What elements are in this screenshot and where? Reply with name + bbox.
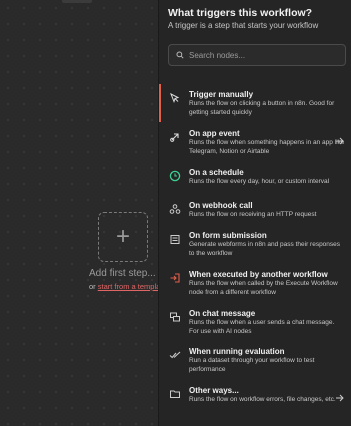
item-description: Runs the flow on clicking a button in n8… [189, 100, 335, 116]
item-description: Runs the flow when called by the Execute… [189, 280, 338, 296]
item-title: On app event [189, 129, 240, 138]
item-title: On webhook call [189, 201, 253, 210]
trigger-item-manual[interactable]: Trigger manually Runs the flow on clicki… [159, 84, 351, 122]
trigger-item-app-event[interactable]: On app event Runs the flow when somethin… [159, 123, 351, 161]
item-description: Runs the flow on workflow errors, file c… [189, 396, 336, 403]
app-event-icon [168, 130, 182, 144]
cursor-click-icon [168, 91, 182, 105]
folder-icon [168, 387, 182, 401]
or-text: or [89, 282, 96, 291]
workflow-canvas[interactable]: + Add first step... or start from a temp… [0, 0, 167, 426]
template-hint: or start from a template [89, 282, 167, 291]
trigger-panel: What triggers this workflow? A trigger i… [158, 0, 351, 426]
start-from-template-link[interactable]: start from a template [98, 282, 167, 291]
item-title: Trigger manually [189, 90, 254, 99]
form-icon [168, 232, 182, 246]
webhook-icon [168, 202, 182, 216]
arrow-right-icon [336, 394, 344, 402]
toolbar-fragment [62, 0, 92, 3]
panel-subtitle: A trigger is a step that starts your wor… [168, 21, 319, 30]
item-title: On chat message [189, 309, 256, 318]
item-description: Run a dataset through your workflow to t… [189, 357, 315, 373]
item-title: Other ways... [189, 386, 239, 395]
check-double-icon [168, 348, 182, 362]
item-title: On a schedule [189, 168, 244, 177]
add-first-step-label: Add first step... [89, 268, 156, 279]
trigger-item-chat[interactable]: On chat message Runs the flow when a use… [159, 303, 351, 341]
trigger-item-form[interactable]: On form submission Generate webforms in … [159, 225, 351, 263]
item-title: On form submission [189, 231, 267, 240]
panel-title: What triggers this workflow? [168, 7, 313, 19]
trigger-item-other[interactable]: Other ways... Runs the flow on workflow … [159, 380, 351, 418]
sign-in-icon [168, 271, 182, 285]
add-first-step-button[interactable]: + [98, 212, 148, 262]
search-icon [176, 51, 184, 59]
item-title: When executed by another workflow [189, 270, 328, 279]
trigger-item-executed-by-workflow[interactable]: When executed by another workflow Runs t… [159, 264, 351, 302]
item-title: When running evaluation [189, 347, 285, 356]
clock-icon [168, 169, 182, 183]
item-description: Runs the flow every day, hour, or custom… [189, 178, 330, 185]
item-description: Generate webforms in n8n and pass their … [189, 241, 341, 257]
item-description: Runs the flow when a user sends a chat m… [189, 319, 335, 335]
plus-icon: + [115, 223, 130, 250]
search-field[interactable] [168, 44, 346, 66]
arrow-right-icon [336, 137, 344, 145]
trigger-item-evaluation[interactable]: When running evaluation Run a dataset th… [159, 341, 351, 379]
search-input[interactable] [189, 50, 339, 60]
item-description: Runs the flow on receiving an HTTP reque… [189, 211, 317, 218]
chat-icon [168, 310, 182, 324]
item-description: Runs the flow when something happens in … [189, 139, 345, 155]
